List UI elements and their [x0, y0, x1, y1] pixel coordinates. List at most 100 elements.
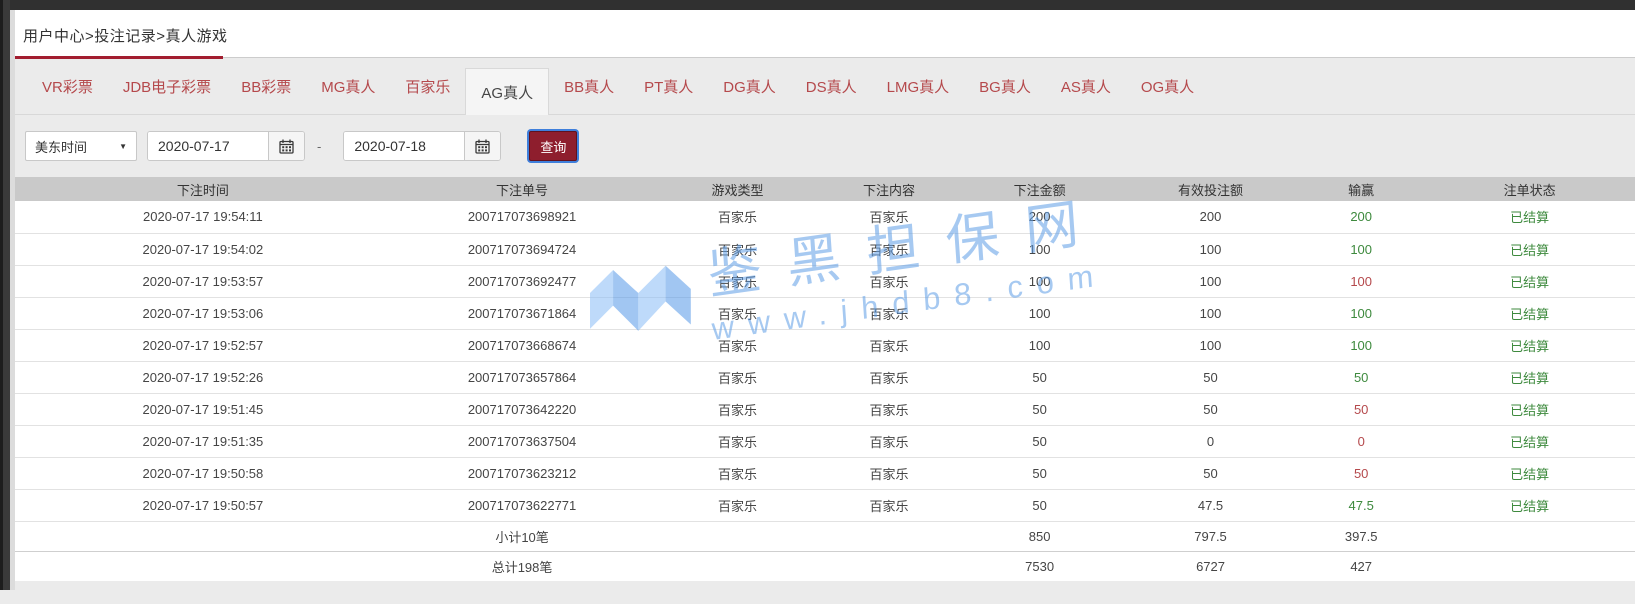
cell-valid_bet: 100 — [1123, 233, 1298, 265]
cell-valid_bet: 100 — [1123, 329, 1298, 361]
column-header: 下注单号 — [391, 177, 653, 201]
table-row: 2020-07-17 19:53:57200717073692477百家乐百家乐… — [15, 265, 1635, 297]
cell-time: 2020-07-17 19:52:57 — [15, 329, 391, 361]
cell-status: 已结算 — [1424, 489, 1635, 521]
cell-status: 已结算 — [1424, 297, 1635, 329]
table-row: 2020-07-17 19:51:35200717073637504百家乐百家乐… — [15, 425, 1635, 457]
tab-JDB电子彩票[interactable]: JDB电子彩票 — [108, 58, 226, 114]
cell-game_type: 百家乐 — [653, 265, 821, 297]
cell-game_type: 百家乐 — [653, 393, 821, 425]
total-valid-bet: 6727 — [1123, 551, 1298, 581]
cell-status: 已结算 — [1424, 201, 1635, 233]
cell-order_no: 200717073642220 — [391, 393, 653, 425]
cell-empty — [15, 521, 391, 551]
cell-time: 2020-07-17 19:54:02 — [15, 233, 391, 265]
tab-BG真人[interactable]: BG真人 — [964, 58, 1046, 114]
column-header: 注单状态 — [1424, 177, 1635, 201]
tab-VR彩票[interactable]: VR彩票 — [27, 58, 108, 114]
cell-bet_content: 百家乐 — [822, 393, 956, 425]
date-from-input[interactable] — [148, 132, 268, 160]
cell-order_no: 200717073692477 — [391, 265, 653, 297]
tab-MG真人[interactable]: MG真人 — [306, 58, 390, 114]
cell-valid_bet: 100 — [1123, 297, 1298, 329]
cell-status: 已结算 — [1424, 425, 1635, 457]
window-frame-left — [0, 0, 10, 590]
cell-win_loss: 50 — [1298, 361, 1424, 393]
cell-game_type: 百家乐 — [653, 297, 821, 329]
table-row: 2020-07-17 19:51:45200717073642220百家乐百家乐… — [15, 393, 1635, 425]
cell-order_no: 200717073694724 — [391, 233, 653, 265]
cell-time: 2020-07-17 19:50:57 — [15, 489, 391, 521]
timezone-select[interactable]: 美东时间 ▼ — [25, 131, 137, 161]
tab-LMG真人[interactable]: LMG真人 — [872, 58, 965, 114]
tab-AS真人[interactable]: AS真人 — [1046, 58, 1126, 114]
table-row: 2020-07-17 19:52:26200717073657864百家乐百家乐… — [15, 361, 1635, 393]
cell-game_type: 百家乐 — [653, 361, 821, 393]
cell-win_loss: 50 — [1298, 393, 1424, 425]
cell-order_no: 200717073671864 — [391, 297, 653, 329]
date-to-input[interactable] — [344, 132, 464, 160]
cell-order_no: 200717073623212 — [391, 457, 653, 489]
cell-game_type: 百家乐 — [653, 425, 821, 457]
column-header: 下注时间 — [15, 177, 391, 201]
table-header: 下注时间下注单号游戏类型下注内容下注金额有效投注额输赢注单状态 — [15, 177, 1635, 201]
cell-bet_content: 百家乐 — [822, 361, 956, 393]
page: 用户中心>投注记录>真人游戏 VR彩票JDB电子彩票BB彩票MG真人百家乐AG真… — [15, 10, 1635, 604]
cell-bet_content: 百家乐 — [822, 233, 956, 265]
cell-game_type: 百家乐 — [653, 489, 821, 521]
cell-empty — [1424, 521, 1635, 551]
cell-bet_amount: 50 — [956, 425, 1123, 457]
total-row: 总计198笔 7530 6727 427 — [15, 551, 1635, 581]
cell-valid_bet: 50 — [1123, 393, 1298, 425]
breadcrumb-bar: 用户中心>投注记录>真人游戏 — [15, 10, 1635, 58]
cell-order_no: 200717073622771 — [391, 489, 653, 521]
calendar-to-button[interactable] — [464, 132, 500, 160]
total-win-loss: 427 — [1298, 551, 1424, 581]
tab-DS真人[interactable]: DS真人 — [791, 58, 872, 114]
cell-win_loss: 100 — [1298, 329, 1424, 361]
cell-order_no: 200717073668674 — [391, 329, 653, 361]
tab-AG真人[interactable]: AG真人 — [465, 68, 549, 115]
cell-bet_content: 百家乐 — [822, 457, 956, 489]
table-row: 2020-07-17 19:54:02200717073694724百家乐百家乐… — [15, 233, 1635, 265]
cell-valid_bet: 0 — [1123, 425, 1298, 457]
cell-time: 2020-07-17 19:51:35 — [15, 425, 391, 457]
cell-status: 已结算 — [1424, 361, 1635, 393]
cell-order_no: 200717073637504 — [391, 425, 653, 457]
cell-bet_amount: 50 — [956, 457, 1123, 489]
table-row: 2020-07-17 19:50:58200717073623212百家乐百家乐… — [15, 457, 1635, 489]
cell-empty — [822, 551, 956, 581]
cell-time: 2020-07-17 19:50:58 — [15, 457, 391, 489]
cell-status: 已结算 — [1424, 233, 1635, 265]
table-header-row: 下注时间下注单号游戏类型下注内容下注金额有效投注额输赢注单状态 — [15, 177, 1635, 201]
search-button[interactable]: 查询 — [529, 131, 577, 161]
cell-bet_content: 百家乐 — [822, 489, 956, 521]
cell-game_type: 百家乐 — [653, 457, 821, 489]
cell-bet_amount: 200 — [956, 201, 1123, 233]
column-header: 下注金额 — [956, 177, 1123, 201]
table-summary: 小计10笔 850 797.5 397.5 总计198笔 7530 6727 4… — [15, 521, 1635, 581]
table-body: 2020-07-17 19:54:11200717073698921百家乐百家乐… — [15, 201, 1635, 521]
column-header: 有效投注额 — [1123, 177, 1298, 201]
table-row: 2020-07-17 19:53:06200717073671864百家乐百家乐… — [15, 297, 1635, 329]
filter-bar: 美东时间 ▼ - — [15, 115, 1635, 177]
tab-BB彩票[interactable]: BB彩票 — [226, 58, 306, 114]
tab-PT真人[interactable]: PT真人 — [629, 58, 708, 114]
calendar-from-button[interactable] — [268, 132, 304, 160]
cell-empty — [1424, 551, 1635, 581]
breadcrumb: 用户中心>投注记录>真人游戏 — [23, 25, 228, 46]
tab-OG真人[interactable]: OG真人 — [1126, 58, 1209, 114]
cell-order_no: 200717073657864 — [391, 361, 653, 393]
cell-win_loss: 100 — [1298, 297, 1424, 329]
column-header: 输赢 — [1298, 177, 1424, 201]
date-to-group — [343, 131, 501, 161]
tab-DG真人[interactable]: DG真人 — [708, 58, 791, 114]
cell-status: 已结算 — [1424, 393, 1635, 425]
cell-valid_bet: 200 — [1123, 201, 1298, 233]
cell-game_type: 百家乐 — [653, 329, 821, 361]
tab-百家乐[interactable]: 百家乐 — [390, 58, 465, 114]
cell-time: 2020-07-17 19:53:57 — [15, 265, 391, 297]
table-row: 2020-07-17 19:52:57200717073668674百家乐百家乐… — [15, 329, 1635, 361]
provider-tabbar: VR彩票JDB电子彩票BB彩票MG真人百家乐AG真人BB真人PT真人DG真人DS… — [15, 58, 1635, 115]
tab-BB真人[interactable]: BB真人 — [549, 58, 629, 114]
